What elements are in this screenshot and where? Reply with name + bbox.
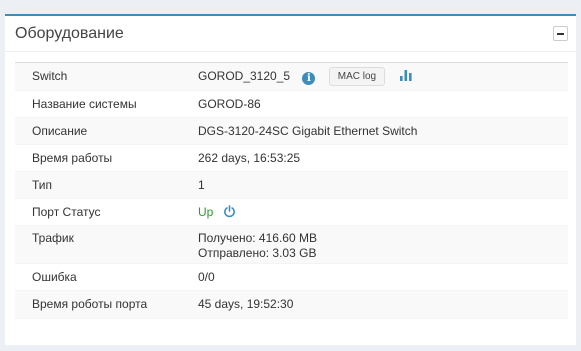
row-value: 1: [198, 178, 205, 192]
table-row: Название системы GOROD-86: [15, 91, 568, 118]
row-label: Описание: [32, 124, 88, 138]
mac-log-button[interactable]: MAC log: [328, 67, 386, 86]
row-label: Порт Статус: [32, 205, 101, 219]
row-value: 0/0: [198, 270, 215, 284]
port-status: Up: [198, 205, 214, 219]
row-label: Трафик: [32, 231, 74, 245]
panel-header: Оборудование: [5, 16, 576, 52]
equipment-panel: Оборудование Switch GOROD_3120_5 i MAC l…: [5, 14, 576, 345]
table-row: Тип 1: [15, 172, 568, 199]
row-value: Up: [198, 199, 568, 226]
row-label: Время работы: [32, 151, 113, 165]
row-value: GOROD-86: [198, 97, 261, 111]
traffic-sent: Отправлено: 3.03 GB: [198, 246, 317, 260]
panel-body: Switch GOROD_3120_5 i MAC log Название с…: [5, 56, 576, 319]
minus-icon: [557, 32, 564, 35]
power-icon[interactable]: [223, 205, 236, 218]
row-label: Тип: [32, 178, 53, 192]
row-value: 45 days, 19:52:30: [198, 297, 294, 311]
traffic-received: Получено: 416.60 MB: [198, 231, 317, 245]
info-circle-icon[interactable]: i: [302, 72, 316, 85]
switch-name: GOROD_3120_5: [198, 69, 291, 83]
row-label: Ошибка: [32, 270, 77, 284]
equipment-table: Switch GOROD_3120_5 i MAC log Название с…: [15, 62, 568, 319]
table-row: Ошибка 0/0: [15, 264, 568, 291]
table-row: Время роботы порта 45 days, 19:52:30: [15, 291, 568, 319]
row-label: Время роботы порта: [32, 297, 148, 311]
table-row: Время работы 262 days, 16:53:25: [15, 145, 568, 172]
row-value: DGS-3120-24SC Gigabit Ethernet Switch: [198, 124, 418, 138]
row-value: 262 days, 16:53:25: [198, 151, 301, 165]
row-value: Получено: 416.60 MB Отправлено: 3.03 GB: [198, 226, 568, 261]
row-label: Switch: [32, 69, 68, 83]
table-row: Порт Статус Up: [15, 199, 568, 226]
row-label: Название системы: [32, 97, 137, 111]
table-row: Трафик Получено: 416.60 MB Отправлено: 3…: [15, 226, 568, 264]
row-value: GOROD_3120_5 i MAC log: [198, 63, 568, 90]
table-row: Switch GOROD_3120_5 i MAC log: [15, 63, 568, 91]
panel-title: Оборудование: [15, 24, 124, 42]
collapse-button[interactable]: [553, 26, 568, 41]
table-row: Описание DGS-3120-24SC Gigabit Ethernet …: [15, 118, 568, 145]
bar-chart-icon[interactable]: [400, 70, 413, 81]
